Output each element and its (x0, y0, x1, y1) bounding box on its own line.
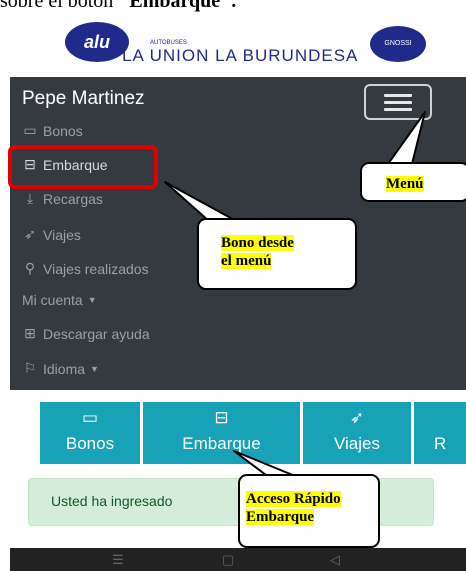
quick-viajes-button[interactable]: ➶ Viajes (303, 402, 411, 464)
menu-item-label: Idioma (43, 360, 86, 377)
tile-label: Embarque (182, 434, 261, 453)
company-name: LA UNION LA BURUNDESA (122, 46, 359, 65)
caret-down-icon: ▼ (90, 363, 99, 374)
alert-text: Usted ha ingresado (51, 493, 173, 509)
route-icon: ⚲ (24, 260, 36, 276)
callout-text: Menú (386, 176, 424, 192)
caret-down-icon: ▼ (87, 295, 97, 305)
recents-icon[interactable]: ☰ (112, 548, 124, 571)
quick-bonos-button[interactable]: ▭ Bonos (40, 402, 140, 464)
menu-item-viajes[interactable]: ➶ Viajes (22, 226, 81, 243)
menu-item-idioma[interactable]: ⚐ Idioma ▼ (22, 360, 99, 377)
send-icon: ➶ (24, 226, 36, 242)
bus-icon: ⊟ (214, 408, 229, 427)
hamburger-line-icon (384, 101, 412, 104)
quick-recargas-button[interactable]: R (414, 402, 466, 464)
hamburger-line-icon (384, 94, 412, 97)
ticket-icon: ▭ (81, 408, 99, 427)
callout-text: Acceso Rápido (246, 491, 341, 507)
tile-label: Viajes (334, 434, 380, 453)
send-icon: ➶ (349, 408, 365, 427)
highlight-box (8, 145, 158, 189)
menu-item-descargar-ayuda[interactable]: ⊞ Descargar ayuda (22, 325, 150, 342)
document-text: sobre el botón (0, 0, 119, 12)
menu-item-recargas[interactable]: ⤓ Recargas (22, 190, 103, 207)
download-icon: ⤓ (26, 190, 34, 206)
home-icon[interactable]: ▢ (222, 548, 234, 571)
tile-label: R (434, 434, 447, 453)
ticket-icon: ▭ (23, 122, 37, 138)
menu-item-viajes-realizados[interactable]: ⚲ Viajes realizados (22, 260, 149, 277)
callout-text: Embarque (246, 509, 315, 525)
menu-item-label: Viajes realizados (43, 260, 149, 277)
tile-label: Bonos (65, 434, 115, 453)
callout-text: el menú (221, 253, 272, 269)
callout-text: Bono desde (221, 235, 294, 251)
menu-item-label: Viajes (43, 226, 81, 243)
menu-item-label: Bonos (43, 122, 83, 139)
document-text-bold: "Embarque". (118, 0, 237, 12)
menu-item-label: Recargas (43, 190, 103, 207)
menu-item-mi-cuenta[interactable]: Mi cuenta ▼ (22, 292, 97, 308)
flag-icon: ⚐ (23, 360, 37, 376)
callout-menu: Menú (360, 162, 466, 202)
callout-bono-menu: Bono desde el menú (197, 218, 357, 290)
menu-item-label: Descargar ayuda (43, 325, 150, 342)
back-icon[interactable]: ◁ (330, 548, 340, 571)
callout-acceso-rapido: Acceso Rápido Embarque (238, 474, 380, 548)
user-name: Pepe Martinez (22, 88, 145, 109)
quick-embarque-button[interactable]: ⊟ Embarque (143, 402, 300, 464)
book-icon: ⊞ (24, 325, 36, 341)
menu-item-label: Mi cuenta (22, 292, 83, 308)
system-navigation-bar (10, 548, 466, 571)
company-logo-mark: alu (65, 22, 129, 62)
hamburger-menu-button[interactable] (364, 84, 432, 120)
partner-logo: GNOSSI (370, 26, 426, 62)
menu-item-bonos[interactable]: ▭ Bonos (22, 122, 83, 139)
document-top-text: sobre el botón "Embarque". (0, 0, 466, 14)
hamburger-line-icon (384, 108, 412, 111)
